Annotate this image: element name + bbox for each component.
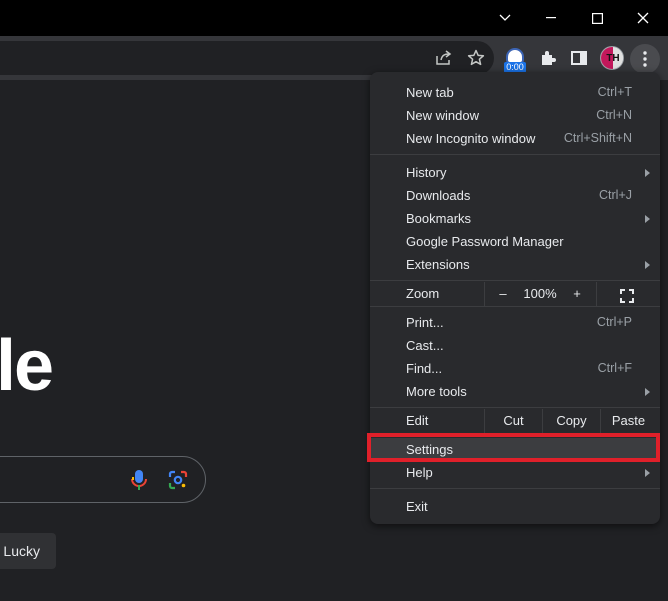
paste-button[interactable]: Paste [601,409,656,433]
menu-item-history[interactable]: History [370,161,660,184]
maximize-icon[interactable] [574,0,620,36]
avatar-initials: TH [606,53,620,64]
menu-zoom-row: Zoom – 100% + [370,282,660,306]
extension-timer-icon[interactable]: 0:00 [504,48,526,74]
menu-item-find[interactable]: Find... Ctrl+F [370,357,660,380]
chevron-down-icon[interactable] [482,0,528,36]
copy-button[interactable]: Copy [543,409,600,433]
menu-item-exit[interactable]: Exit [370,495,660,518]
address-bar[interactable] [0,41,494,75]
menu-item-label: Help [406,465,433,480]
menu-item-extensions[interactable]: Extensions [370,253,660,276]
avatar[interactable]: TH [600,46,624,70]
menu-item-help[interactable]: Help [370,461,660,484]
menu-item-new-tab[interactable]: New tab Ctrl+T [370,81,660,104]
fullscreen-icon[interactable] [616,282,638,306]
zoom-out-button[interactable]: – [488,282,518,306]
menu-item-shortcut: Ctrl+T [597,85,632,99]
menu-item-label: Print... [406,315,444,330]
menu-item-label: Exit [406,499,428,514]
menu-item-shortcut: Ctrl+J [599,188,632,202]
menu-item-label: New tab [406,85,454,100]
zoom-label: Zoom [406,286,440,301]
edit-label: Edit [406,413,429,428]
bookmark-star-icon[interactable] [462,44,490,72]
zoom-divider [484,282,485,306]
menu-item-label: Bookmarks [406,211,472,226]
menu-divider [370,280,660,281]
side-panel-icon[interactable] [565,44,593,72]
menu-divider [370,407,660,408]
cut-button[interactable]: Cut [485,409,542,433]
menu-item-label: Extensions [406,257,470,272]
zoom-level: 100% [523,286,557,301]
menu-item-new-window[interactable]: New window Ctrl+N [370,104,660,127]
menu-item-label: New Incognito window [406,131,536,146]
menu-item-downloads[interactable]: Downloads Ctrl+J [370,184,660,207]
menu-item-shortcut: Ctrl+F [597,361,632,375]
extensions-puzzle-icon[interactable] [534,44,562,72]
share-icon[interactable] [430,44,458,72]
submenu-arrow-icon [645,261,650,269]
menu-item-bookmarks[interactable]: Bookmarks [370,207,660,230]
submenu-arrow-icon [645,169,650,177]
zoom-in-button[interactable]: + [562,282,592,306]
menu-item-label: Cast... [406,338,444,353]
title-bar [0,0,668,36]
zoom-divider [596,282,597,306]
menu-item-label: History [406,165,447,180]
menu-item-label: New window [406,108,479,123]
menu-divider [370,306,660,307]
google-logo-fragment: le [0,326,54,406]
settings-highlight-box [367,433,660,462]
menu-item-shortcut: Ctrl+N [596,108,632,122]
menu-edit-row: Edit Cut Copy Paste [370,409,660,433]
submenu-arrow-icon [645,388,650,396]
menu-item-new-incognito-window[interactable]: New Incognito window Ctrl+Shift+N [370,127,660,150]
menu-item-label: Find... [406,361,443,376]
menu-item-more-tools[interactable]: More tools [370,380,660,403]
menu-item-cast[interactable]: Cast... [370,334,660,357]
menu-item-password-manager[interactable]: Google Password Manager [370,230,660,253]
close-icon[interactable] [620,0,666,36]
menu-item-label: Downloads [406,188,471,203]
menu-item-label: More tools [406,384,467,399]
submenu-arrow-icon [645,469,650,477]
microphone-icon[interactable] [130,469,148,491]
menu-item-shortcut: Ctrl+P [596,315,632,329]
more-vert-icon[interactable] [630,44,660,74]
menu-item-shortcut: Ctrl+Shift+N [563,131,632,145]
menu-item-print[interactable]: Print... Ctrl+P [370,311,660,334]
feeling-lucky-button[interactable]: Lucky [0,533,56,569]
submenu-arrow-icon [645,215,650,223]
google-lens-icon[interactable] [168,470,188,490]
menu-item-label: Google Password Manager [406,234,564,249]
menu-divider [370,488,660,489]
menu-divider [370,154,660,155]
minimize-icon[interactable] [528,0,574,36]
